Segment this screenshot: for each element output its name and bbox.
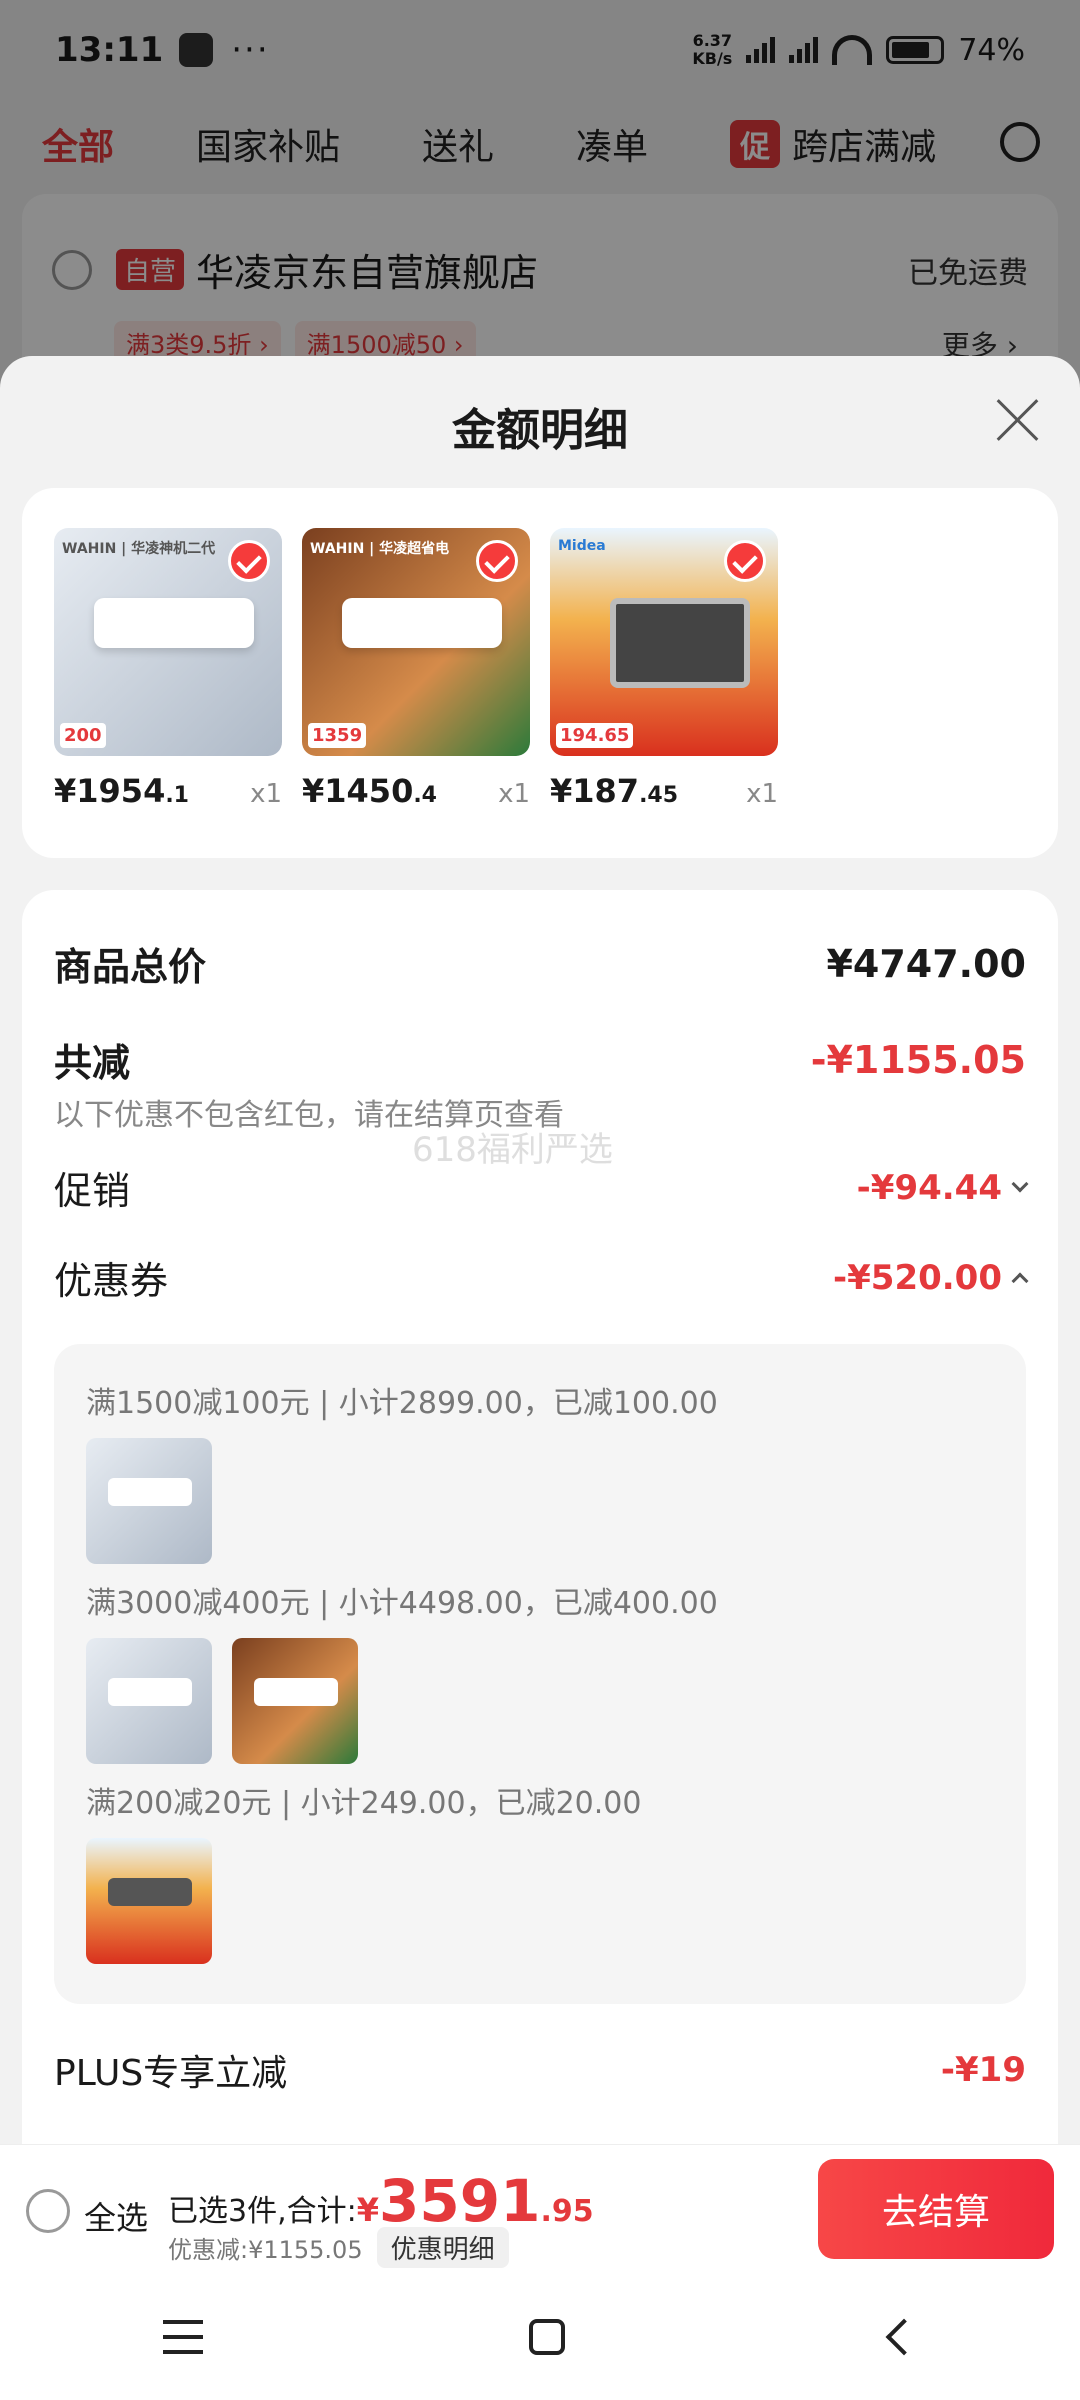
selected-count-text: 已选3件,合计: (168, 2194, 357, 2229)
coupon-value: -¥520.00 (833, 1257, 1002, 1298)
total-row: 商品总价 ¥4747.00 (54, 936, 1026, 991)
home-icon[interactable] (529, 2319, 565, 2355)
products-card: WAHIN | 华凌神机二代 200 ¥1954 .1 x1 WAHIN | 华… (22, 488, 1058, 858)
product-item[interactable]: WAHIN | 华凌神机二代 200 ¥1954 .1 x1 (54, 528, 282, 810)
promotion-value: -¥94.44 (856, 1167, 1002, 1208)
product-image: WAHIN | 华凌神机二代 200 (54, 528, 282, 756)
back-icon[interactable] (885, 2318, 923, 2356)
total-summary: 已选3件,合计: ¥ 3591 .95 (168, 2167, 594, 2235)
plus-value: -¥19 (940, 2050, 1026, 2090)
product-image: Midea 194.65 (550, 528, 778, 756)
checked-icon (476, 540, 518, 582)
total-value: ¥4747.00 (826, 941, 1026, 986)
coupon-product-thumb (86, 1838, 212, 1964)
dim-overlay[interactable] (0, 0, 1080, 400)
select-all-checkbox[interactable] (26, 2189, 70, 2233)
promotion-row[interactable]: 促销 -¥94.44 (54, 1160, 1029, 1215)
coupon-breakdown: 满1500减100元 | 小计2899.00，已减100.00 满3000减40… (54, 1344, 1026, 2004)
checked-icon (228, 540, 270, 582)
product-price: ¥187 (550, 772, 640, 810)
product-price: ¥1954 (54, 772, 166, 810)
product-qty: x1 (746, 779, 778, 809)
discount-summary: 优惠减:¥1155.05 优惠明细 (168, 2227, 509, 2268)
product-qty: x1 (250, 779, 282, 809)
plus-label: PLUS专享立减 (54, 2053, 288, 2094)
reduce-label: 共减 (54, 1041, 131, 1085)
coupon-row[interactable]: 优惠券 -¥520.00 (54, 1250, 1029, 1305)
coupon-group-text: 满200减20元 | 小计249.00，已减20.00 (86, 1786, 642, 1821)
select-all-label[interactable]: 全选 (84, 2193, 148, 2239)
checked-icon (724, 540, 766, 582)
coupon-product-thumb (232, 1638, 358, 1764)
total-amount: 3591 (379, 2167, 541, 2235)
product-qty: x1 (498, 779, 530, 809)
coupon-label: 优惠券 (54, 1259, 169, 1303)
plus-row: PLUS专享立减 -¥19 (54, 2044, 1026, 2096)
product-item[interactable]: WAHIN | 华凌超省电 1359 ¥1450 .4 x1 (302, 528, 530, 810)
sheet-title: 金额明细 (452, 405, 628, 456)
amount-detail-sheet: 金额明细 WAHIN | 华凌神机二代 200 ¥1954 .1 x1 WAHI… (0, 356, 1080, 2274)
coupon-group-text: 满3000减400元 | 小计4498.00，已减400.00 (86, 1586, 718, 1621)
coupon-product-thumb (86, 1638, 212, 1764)
reduce-value: -¥1155.05 (810, 1037, 1026, 1082)
checkout-bar: 全选 已选3件,合计: ¥ 3591 .95 优惠减:¥1155.05 优惠明细… (0, 2144, 1080, 2274)
product-item[interactable]: Midea 194.65 ¥187 .45 x1 (550, 528, 778, 810)
product-image: WAHIN | 华凌超省电 1359 (302, 528, 530, 756)
close-icon[interactable] (994, 396, 1040, 442)
price-detail-card: 商品总价 ¥4747.00 共减 -¥1155.05 以下优惠不包含红包，请在结… (22, 890, 1058, 2274)
chevron-down-icon[interactable] (1011, 1175, 1029, 1192)
reduce-row: 共减 -¥1155.05 (54, 1032, 1026, 1087)
product-price: ¥1450 (302, 772, 414, 810)
coupon-product-thumb (86, 1438, 212, 1564)
chevron-up-icon[interactable] (1011, 1272, 1029, 1289)
menu-icon[interactable] (163, 2320, 203, 2354)
checkout-button[interactable]: 去结算 (818, 2159, 1054, 2259)
discount-text: 优惠减:¥1155.05 (168, 2236, 363, 2264)
promotion-label: 促销 (54, 1169, 131, 1213)
coupon-group-text: 满1500减100元 | 小计2899.00，已减100.00 (86, 1386, 718, 1421)
discount-detail-button[interactable]: 优惠明细 (376, 2227, 509, 2268)
total-label: 商品总价 (54, 945, 207, 989)
system-nav-bar (0, 2274, 1080, 2400)
